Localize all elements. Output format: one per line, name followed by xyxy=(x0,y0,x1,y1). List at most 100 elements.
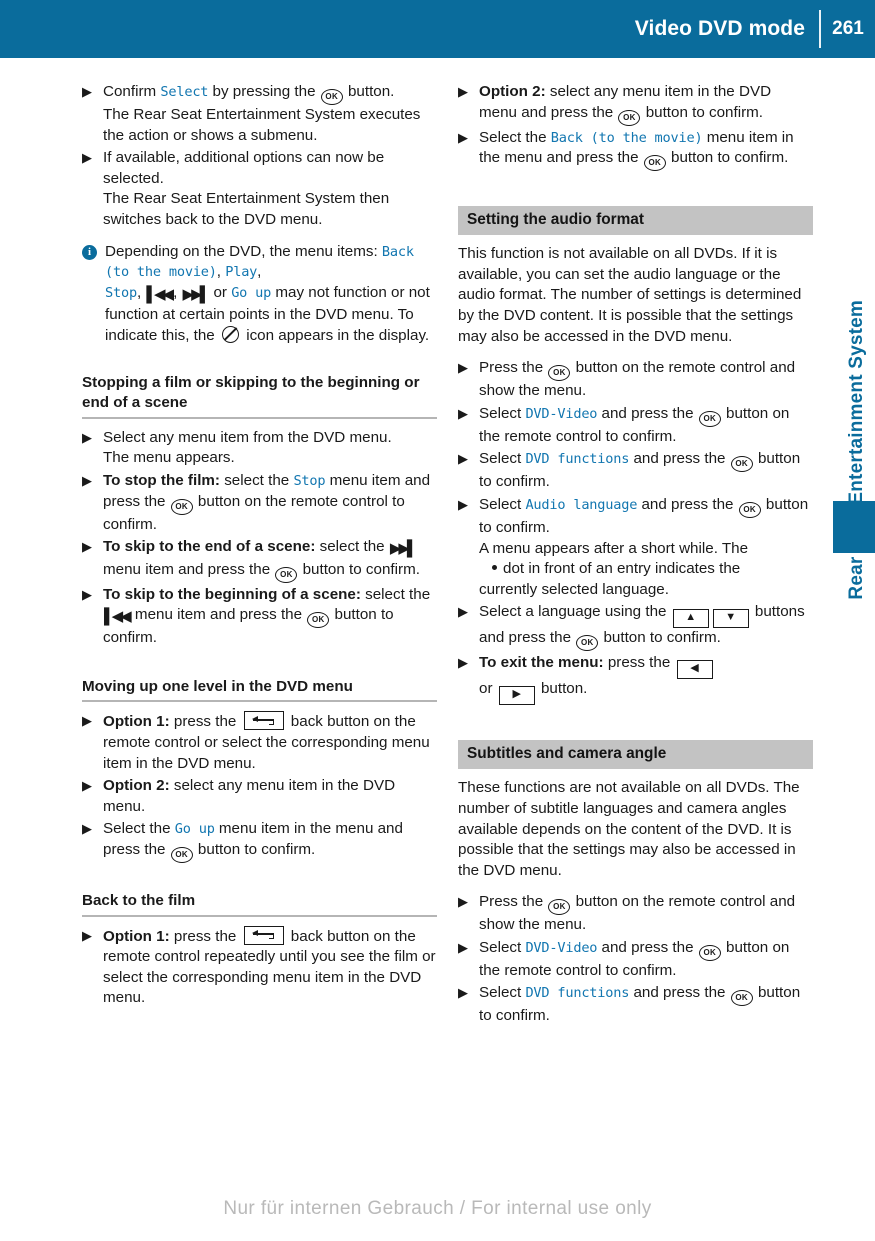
list-item-mid: menu item and press the xyxy=(130,606,307,624)
list-item-lead: Select xyxy=(479,495,526,513)
list-item: ▶ Select Audio language and press the OK… xyxy=(458,495,813,600)
selected-language-dot-line: dot in front of an entry indicates the xyxy=(479,559,813,580)
list-item-lead: Confirm xyxy=(103,83,161,100)
ok-button-icon: OK xyxy=(320,89,343,105)
list-item-mid: and press the xyxy=(597,938,698,956)
menu-token: Go up xyxy=(231,284,272,301)
skip-back-icon: ▌◀◀ xyxy=(146,285,174,303)
list-item-continuation: The Rear Seat Entertainment System then … xyxy=(103,190,390,228)
menu-token: Back (to the movie) xyxy=(550,129,703,146)
list-item: ▶ Select the Go up menu item in the menu… xyxy=(82,819,437,864)
menu-token: DVD-Video xyxy=(525,405,598,422)
header-divider xyxy=(819,10,821,48)
bullet-triangle-icon: ▶ xyxy=(458,405,468,421)
menu-token: Select xyxy=(160,84,209,100)
section-heading: Back to the film xyxy=(82,892,196,910)
menu-token: Audio language xyxy=(525,496,638,513)
list-item: ▶ To skip to the end of a scene: select … xyxy=(82,537,437,583)
back-button-icon xyxy=(243,925,284,945)
list-item: ▶ Select DVD-Video and press the OK butt… xyxy=(458,404,813,448)
menu-token: Stop xyxy=(105,284,137,301)
menu-token: DVD-Video xyxy=(525,939,598,956)
list-item-mid: menu item and press the xyxy=(103,560,275,578)
ok-button-icon: OK xyxy=(275,566,298,583)
bullet-triangle-icon: ▶ xyxy=(82,713,92,729)
info-text-8: icon appears in the display. xyxy=(241,326,430,344)
skip-forward-icon: ▶▶▌ xyxy=(389,540,418,558)
list-item-lead: Select any menu item from the DVD menu. xyxy=(103,428,392,446)
page-title: Video DVD mode xyxy=(634,17,805,40)
list-item: ▶ Option 2: select any menu item in the … xyxy=(458,82,813,126)
list-item-lead: press the xyxy=(169,927,241,945)
bullet-triangle-icon: ▶ xyxy=(82,927,92,943)
info-icon: i xyxy=(82,244,97,260)
bullet-triangle-icon: ▶ xyxy=(458,939,468,955)
list-item: ▶ To skip to the beginning of a scene: s… xyxy=(82,585,437,649)
menu-token: DVD functions xyxy=(525,451,630,468)
ok-button-icon: OK xyxy=(730,456,753,473)
bullet-triangle-icon: ▶ xyxy=(82,586,92,602)
ok-button-icon: OK xyxy=(307,612,330,629)
bullet-triangle-icon: ▶ xyxy=(82,84,92,99)
bullet-dot-icon xyxy=(492,565,497,571)
list-item: ▶ Select any menu item from the DVD menu… xyxy=(82,428,437,469)
list-item-lead: If available, additional options can now… xyxy=(103,149,385,187)
list-item-lead: Press the xyxy=(479,359,548,377)
list-item-lead: select the xyxy=(360,585,431,603)
ok-button-icon: OK xyxy=(698,410,721,427)
bullet-triangle-icon: ▶ xyxy=(82,539,92,555)
heading-rule xyxy=(82,416,437,419)
up-button-icon: ▲ xyxy=(672,609,709,629)
ok-button-icon: OK xyxy=(730,990,753,1007)
list-item: ▶ To stop the film: select the Stop menu… xyxy=(82,471,437,535)
list-item-mid: by pressing the xyxy=(208,83,320,100)
menu-token: Go up xyxy=(174,821,215,838)
page-number: 261 xyxy=(832,18,864,39)
list-item-lead: Select a language using the xyxy=(479,603,671,621)
list-item-bold: Option 2: xyxy=(103,777,170,795)
bullet-triangle-icon: ▶ xyxy=(458,360,468,376)
left-button-icon: ◀ xyxy=(676,660,713,680)
list-item-continuation-2: currently selected language. xyxy=(479,580,669,598)
list-item: ▶ Option 2: select any menu item in the … xyxy=(82,776,437,817)
section-heading: Stopping a film or skipping to the begin… xyxy=(82,373,420,412)
list-item-lead: Select xyxy=(479,404,526,422)
list-item: ▶ Option 1: press the back button on the… xyxy=(82,925,437,1009)
ok-button-icon: OK xyxy=(170,498,193,515)
section-band-heading: Setting the audio format xyxy=(458,206,813,236)
right-button-icon: ▶ xyxy=(498,686,535,706)
list-item-tail: button. xyxy=(343,83,395,100)
left-column: ▶ Confirm Select by pressing the OK butt… xyxy=(82,82,437,1011)
bullet-triangle-icon: ▶ xyxy=(82,778,92,794)
list-item-lead: press the xyxy=(169,713,241,731)
list-item-tail: button to confirm. xyxy=(599,629,721,647)
list-item-tail: button to confirm. xyxy=(298,560,420,578)
list-item: ▶ Option 1: press the back button on the… xyxy=(82,711,437,774)
list-item: ▶ Select DVD functions and press the OK … xyxy=(458,449,813,493)
list-item-lead: Select xyxy=(479,450,526,468)
list-item: ▶ Select a language using the ▲ ▼ buttons… xyxy=(458,602,813,652)
list-item-tail: button. xyxy=(536,680,588,698)
list-item: ▶ To exit the menu: press the ◀ or ▶ butt… xyxy=(458,653,813,706)
list-item-continuation: A menu appears after a short while. The xyxy=(479,539,749,557)
list-item-tail: button to confirm. xyxy=(641,103,764,121)
list-item: ▶ Select the Back (to the movie) menu it… xyxy=(458,128,813,172)
info-text-3: , xyxy=(257,263,262,281)
bullet-triangle-icon: ▶ xyxy=(458,655,468,671)
ok-button-icon: OK xyxy=(576,635,599,652)
no-function-icon xyxy=(221,325,239,343)
list-item-mid: and press the xyxy=(597,404,698,422)
list-item-lead: Select the xyxy=(103,820,175,838)
list-item: ▶ If available, additional options can n… xyxy=(82,148,437,230)
ok-button-icon: OK xyxy=(548,899,571,916)
list-item-lead: Select xyxy=(479,938,526,956)
info-text-2: , xyxy=(216,263,226,281)
list-item-continuation: The menu appears. xyxy=(103,449,235,467)
section-paragraph: These functions are not available on all… xyxy=(458,779,800,879)
list-item-lead: Select the xyxy=(479,128,551,146)
header-inner: Video DVD mode 261 xyxy=(635,0,875,58)
